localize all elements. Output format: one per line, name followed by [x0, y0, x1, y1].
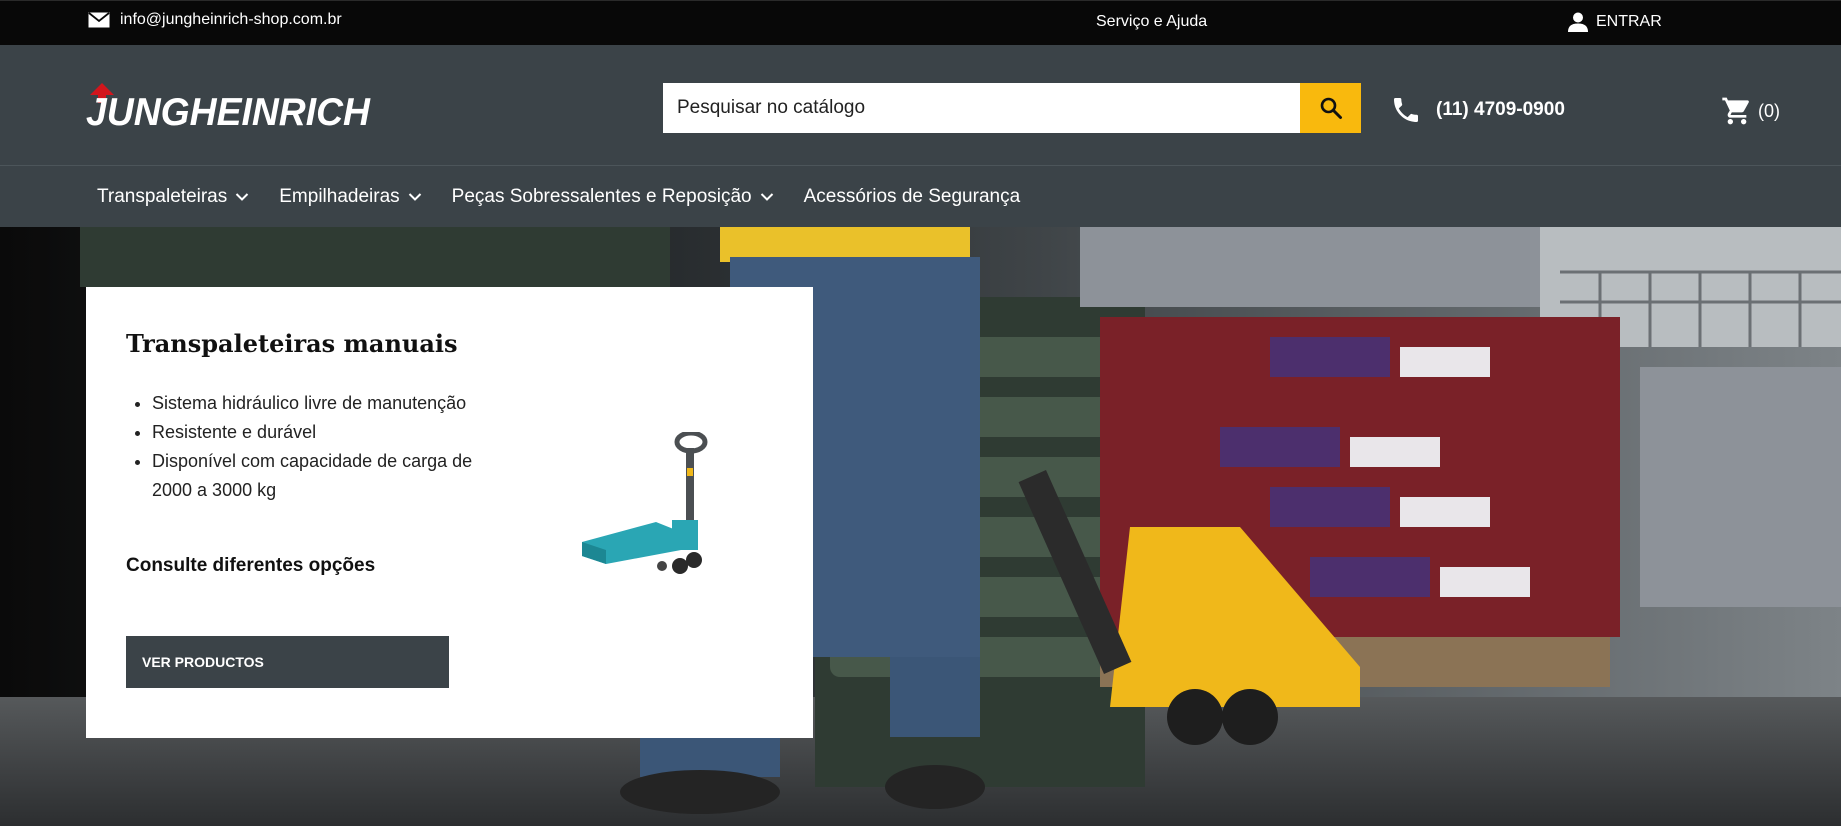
feature-item: Disponível com capacidade de carga de 20…: [152, 447, 492, 505]
nav-item-label: Transpaleteiras: [97, 185, 228, 207]
chevron-down-icon: [236, 192, 249, 201]
search-button[interactable]: [1300, 83, 1361, 133]
search-icon: [1320, 97, 1342, 119]
help-link[interactable]: Serviço e Ajuda: [1096, 13, 1207, 31]
svg-text:JUNGHEINRICH: JUNGHEINRICH: [86, 91, 371, 133]
login-label: ENTRAR: [1596, 13, 1662, 30]
cart-count: (0): [1758, 100, 1780, 121]
contact-email[interactable]: info@jungheinrich-shop.com.br: [88, 11, 342, 29]
phone-number: (11) 4709-0900: [1436, 99, 1565, 120]
email-text: info@jungheinrich-shop.com.br: [120, 11, 342, 28]
phone-icon: [1394, 98, 1418, 122]
nav-item-label: Peças Sobressalentes e Reposição: [451, 185, 752, 207]
nav-item-transpaleteiras[interactable]: Transpaleteiras: [97, 186, 249, 208]
main-header: JUNGHEINRICH (11) 4709-0900 (0): [0, 45, 1841, 165]
feature-list: Sistema hidráulico livre de manutenção R…: [152, 389, 492, 505]
feature-item: Resistente e durável: [152, 418, 492, 447]
search-input[interactable]: [663, 83, 1300, 133]
cart-button[interactable]: (0): [1720, 95, 1780, 127]
mail-icon: [88, 12, 110, 28]
nav-item-label: Empilhadeiras: [279, 185, 400, 207]
search-bar: [663, 83, 1361, 133]
view-products-button[interactable]: VER PRODUCTOS: [126, 636, 449, 688]
top-bar: info@jungheinrich-shop.com.br Serviço e …: [0, 0, 1841, 45]
main-nav: Transpaleteiras Empilhadeiras Peças Sobr…: [0, 165, 1841, 227]
feature-item: Sistema hidráulico livre de manutenção: [152, 389, 492, 418]
promo-title: Transpaleteiras manuais: [126, 329, 458, 358]
login-link[interactable]: ENTRAR: [1568, 12, 1662, 32]
cart-icon: [1722, 97, 1749, 125]
jungheinrich-logo[interactable]: JUNGHEINRICH: [84, 83, 374, 133]
pallet-truck-image: [582, 432, 708, 574]
phone-contact[interactable]: (11) 4709-0900: [1390, 94, 1565, 126]
nav-item-label: Acessórios de Segurança: [803, 185, 1021, 207]
promo-card: Transpaleteiras manuais Sistema hidráuli…: [86, 287, 813, 738]
chevron-down-icon: [760, 192, 773, 201]
user-icon: [1568, 12, 1588, 32]
nav-item-pecas[interactable]: Peças Sobressalentes e Reposição: [452, 186, 774, 208]
nav-item-empilhadeiras[interactable]: Empilhadeiras: [279, 186, 421, 208]
nav-item-acessorios[interactable]: Acessórios de Segurança: [804, 186, 1021, 208]
consult-text: Consulte diferentes opções: [126, 555, 376, 576]
chevron-down-icon: [408, 192, 421, 201]
